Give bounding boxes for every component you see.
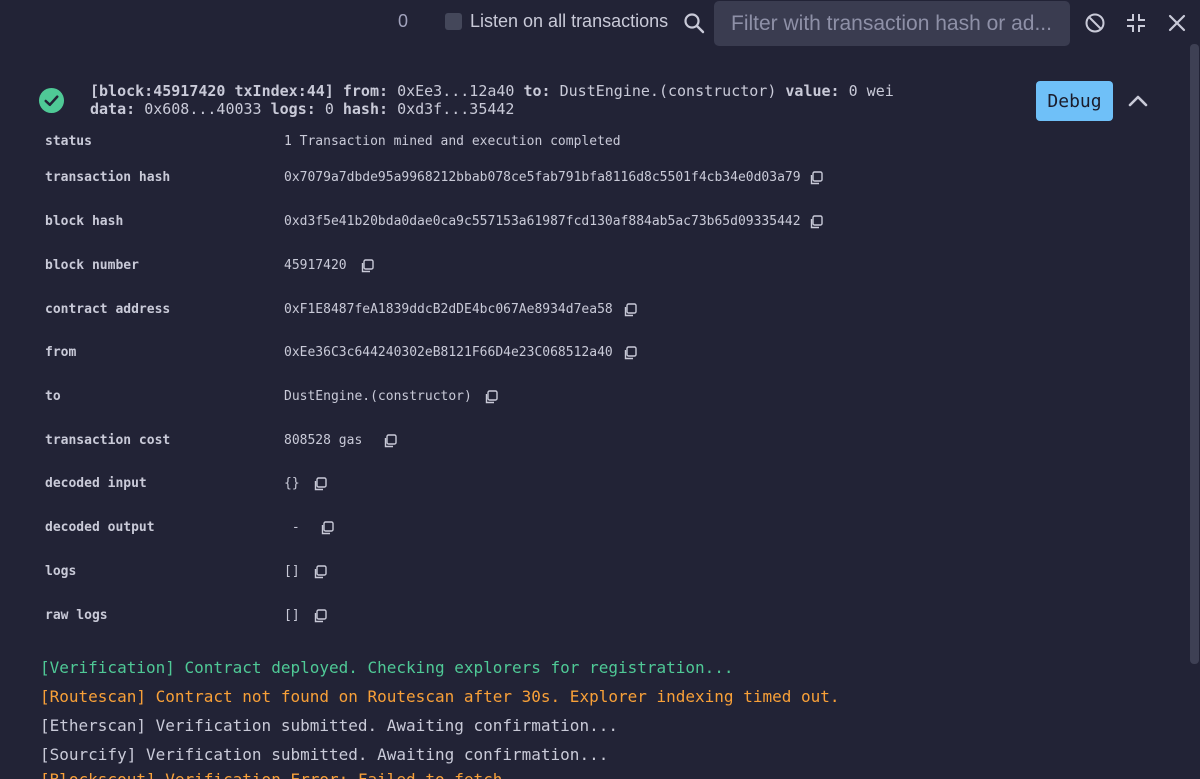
detail-key: block number	[45, 258, 139, 273]
copy-icon[interactable]	[313, 565, 327, 579]
detail-row-contract-address: contract address 0xF1E8487feA1839ddcB2dD…	[0, 300, 1180, 320]
detail-key: to	[45, 389, 61, 404]
detail-value: {}	[284, 476, 300, 491]
detail-value: []	[284, 564, 300, 579]
detail-key: block hash	[45, 214, 124, 229]
tx-data-label: data:	[90, 100, 136, 118]
tx-summary-line-1: [block:45917420 txIndex:44] from: 0xEe3.…	[90, 82, 990, 100]
filter-input[interactable]	[714, 1, 1070, 46]
detail-value: 0xEe36C3c644240302eB8121F66D4e23C068512a…	[284, 345, 613, 360]
detail-row-raw-logs: raw logs []	[0, 606, 1180, 626]
transaction-summary[interactable]: [block:45917420 txIndex:44] from: 0xEe3.…	[90, 82, 990, 118]
copy-icon[interactable]	[360, 259, 374, 273]
detail-row-transaction-cost: transaction cost 808528 gas	[0, 431, 1180, 451]
listen-all-checkbox[interactable]	[445, 13, 462, 30]
tx-summary-line-2: data: 0x608...40033 logs: 0 hash: 0xd3f.…	[90, 100, 990, 118]
tx-logs-label: logs:	[270, 100, 316, 118]
detail-row-to: to DustEngine.(constructor)	[0, 387, 1180, 407]
tx-value-label: value:	[785, 82, 840, 100]
detail-key: from	[45, 345, 77, 360]
detail-row-status: status 1 Transaction mined and execution…	[0, 132, 1180, 152]
detail-row-from: from 0xEe36C3c644240302eB8121F66D4e23C06…	[0, 343, 1180, 363]
search-icon[interactable]	[682, 11, 706, 35]
tx-value-value: 0 wei	[848, 82, 894, 100]
copy-icon[interactable]	[313, 609, 327, 623]
log-line-sourcify: [Sourcify] Verification submitted. Await…	[40, 745, 609, 764]
success-check-icon	[38, 87, 65, 114]
copy-icon[interactable]	[484, 390, 498, 404]
tx-block-index: [block:45917420 txIndex:44]	[90, 82, 334, 100]
detail-value: []	[284, 608, 300, 623]
detail-value: 0x7079a7dbde95a9968212bbab078ce5fab791bf…	[284, 170, 801, 185]
detail-row-decoded-output: decoded output -	[0, 518, 1180, 538]
listen-all-label[interactable]: Listen on all transactions	[470, 11, 668, 32]
detail-key: decoded input	[45, 476, 147, 491]
tx-hash-value: 0xd3f...35442	[397, 100, 515, 118]
detail-key: logs	[45, 564, 77, 579]
tx-from-value: 0xEe3...12a40	[397, 82, 515, 100]
debug-button[interactable]: Debug	[1036, 81, 1113, 121]
log-line-etherscan: [Etherscan] Verification submitted. Awai…	[40, 716, 618, 735]
copy-icon[interactable]	[383, 434, 397, 448]
detail-key: transaction hash	[45, 170, 171, 185]
copy-icon[interactable]	[809, 215, 823, 229]
log-line-blockscout: [Blockscout] Verification Error: Failed …	[40, 770, 502, 779]
detail-value: 0xd3f5e41b20bda0dae0ca9c557153a61987fcd1…	[284, 214, 801, 229]
detail-value: 0xF1E8487feA1839ddcB2dDE4bc067Ae8934d7ea…	[284, 302, 613, 317]
copy-icon[interactable]	[320, 521, 334, 535]
tx-to-label: to:	[523, 82, 551, 100]
detail-value: 45917420	[284, 258, 347, 273]
detail-value: -	[284, 520, 300, 535]
copy-icon[interactable]	[809, 171, 823, 185]
detail-key: transaction cost	[45, 433, 171, 448]
detail-row-decoded-input: decoded input {}	[0, 474, 1180, 494]
log-line-routescan: [Routescan] Contract not found on Routes…	[40, 687, 840, 706]
tx-from-label: from:	[342, 82, 389, 100]
detail-key: raw logs	[45, 608, 108, 623]
detail-key: contract address	[45, 302, 171, 317]
tx-data-value: 0x608...40033	[144, 100, 262, 118]
detail-row-block-hash: block hash 0xd3f5e41b20bda0dae0ca9c55715…	[0, 212, 1180, 232]
copy-icon[interactable]	[623, 303, 637, 317]
detail-row-logs: logs []	[0, 562, 1180, 582]
detail-value: 808528 gas	[284, 433, 363, 448]
clear-terminal-icon[interactable]	[1083, 11, 1107, 35]
close-icon[interactable]	[1165, 11, 1189, 35]
detail-key: status	[45, 134, 92, 149]
copy-icon[interactable]	[313, 477, 327, 491]
tx-to-value: DustEngine.(constructor)	[559, 82, 777, 100]
chevron-up-icon[interactable]	[1125, 88, 1151, 114]
detail-value: 1 Transaction mined and execution comple…	[284, 134, 621, 149]
detail-row-block-number: block number 45917420	[0, 256, 1180, 276]
terminal-toolbar: 0 Listen on all transactions	[0, 0, 1200, 48]
detail-value: DustEngine.(constructor)	[284, 389, 472, 404]
pending-tx-count: 0	[398, 11, 409, 31]
scrollbar-thumb[interactable]	[1190, 44, 1199, 664]
log-line-verification: [Verification] Contract deployed. Checki…	[40, 658, 734, 677]
detail-row-transaction-hash: transaction hash 0x7079a7dbde95a9968212b…	[0, 168, 1180, 188]
copy-icon[interactable]	[623, 346, 637, 360]
minimize-icon[interactable]	[1124, 11, 1148, 35]
tx-logs-value: 0	[324, 100, 334, 118]
detail-key: decoded output	[45, 520, 155, 535]
tx-hash-label: hash:	[342, 100, 389, 118]
